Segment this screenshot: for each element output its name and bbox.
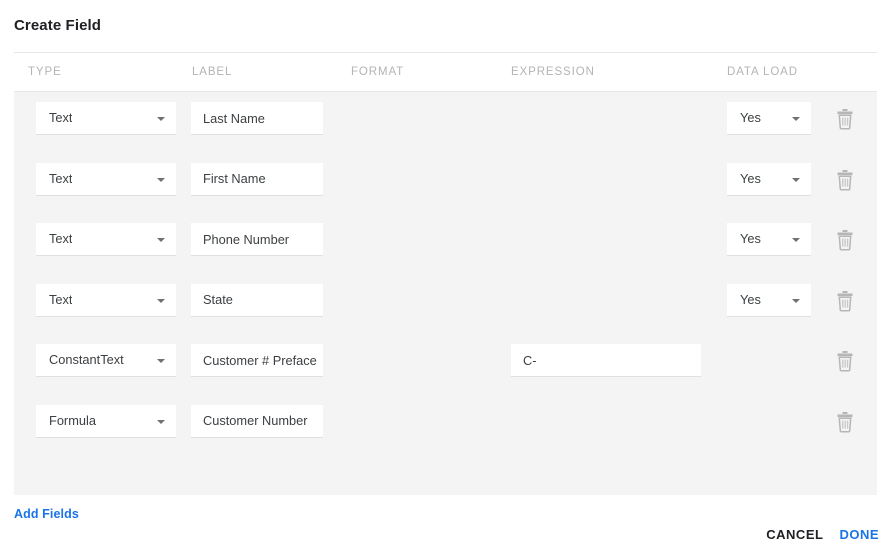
trash-icon [835, 229, 855, 251]
column-header-label: LABEL [192, 66, 233, 78]
column-header-type: TYPE [28, 66, 62, 78]
table-row: ConstantText [14, 344, 877, 404]
trash-icon [835, 411, 855, 433]
table-row: Text Yes [14, 223, 877, 283]
cell-expression [511, 344, 701, 377]
table-row: Formula [14, 404, 877, 465]
data-load-select-value: Yes [740, 231, 761, 246]
chevron-down-icon [792, 298, 800, 303]
table-row: Text Yes [14, 283, 877, 344]
cell-data-load: Yes [727, 102, 811, 135]
cell-type: Formula [36, 404, 176, 438]
table-column-headers: TYPE LABEL FORMAT EXPRESSION DATA LOAD [0, 53, 891, 92]
cell-label [191, 102, 323, 135]
chevron-down-icon [792, 177, 800, 182]
footer-actions: CANCEL DONE [766, 527, 879, 542]
type-select-value: Text [49, 110, 73, 125]
cell-label [191, 404, 323, 438]
chevron-down-icon [792, 238, 800, 242]
type-select[interactable]: Text [36, 223, 176, 256]
data-load-select-value: Yes [740, 170, 761, 186]
label-input[interactable] [191, 102, 323, 135]
add-fields-link[interactable]: Add Fields [14, 507, 79, 521]
trash-icon [835, 169, 855, 191]
type-select[interactable]: Formula [36, 404, 176, 438]
page-title: Create Field [14, 17, 102, 34]
cell-label [191, 223, 323, 256]
cell-label [191, 162, 323, 196]
data-load-select-value: Yes [740, 110, 761, 125]
column-header-format: FORMAT [351, 66, 405, 78]
data-load-select[interactable]: Yes [727, 283, 811, 317]
delete-row-button[interactable] [828, 405, 862, 439]
type-select[interactable]: Text [36, 162, 176, 196]
cell-delete [828, 163, 868, 197]
cancel-button[interactable]: CANCEL [766, 527, 823, 542]
data-load-select-value: Yes [740, 291, 761, 307]
column-header-expression: EXPRESSION [511, 66, 595, 78]
delete-row-button[interactable] [828, 102, 862, 136]
table-row: Text Yes [14, 102, 877, 162]
delete-row-button[interactable] [828, 344, 862, 378]
delete-row-button[interactable] [828, 163, 862, 197]
delete-row-button[interactable] [828, 284, 862, 318]
label-input[interactable] [191, 283, 323, 317]
trash-icon [835, 350, 855, 372]
cell-type: Text [36, 223, 176, 256]
type-select-value: Text [49, 231, 73, 246]
data-load-select[interactable]: Yes [727, 162, 811, 196]
cell-label [191, 283, 323, 317]
cell-data-load: Yes [727, 283, 811, 317]
table-row: Text Yes [14, 162, 877, 223]
cell-type: Text [36, 162, 176, 196]
chevron-down-icon [157, 419, 165, 424]
cell-label [191, 344, 323, 377]
cell-type: ConstantText [36, 344, 176, 377]
cell-delete [828, 223, 868, 257]
column-header-data-load: DATA LOAD [727, 66, 798, 78]
chevron-down-icon [157, 359, 165, 363]
type-select-value: Text [49, 291, 73, 307]
data-load-select[interactable]: Yes [727, 102, 811, 135]
expression-input[interactable] [511, 344, 701, 377]
chevron-down-icon [157, 238, 165, 242]
label-input[interactable] [191, 344, 323, 377]
cell-delete [828, 284, 868, 318]
type-select[interactable]: ConstantText [36, 344, 176, 377]
cell-delete [828, 405, 868, 439]
cell-data-load: Yes [727, 223, 811, 256]
label-input[interactable] [191, 162, 323, 196]
trash-icon [835, 108, 855, 130]
type-select[interactable]: Text [36, 102, 176, 135]
field-rows-panel: Text Yes Text Yes Text Yes Text Yes ConstantText… [14, 92, 877, 495]
cell-type: Text [36, 102, 176, 135]
type-select-value: ConstantText [49, 352, 124, 367]
label-input[interactable] [191, 223, 323, 256]
cell-delete [828, 102, 868, 136]
chevron-down-icon [157, 298, 165, 303]
data-load-select[interactable]: Yes [727, 223, 811, 256]
type-select[interactable]: Text [36, 283, 176, 317]
delete-row-button[interactable] [828, 223, 862, 257]
type-select-value: Formula [49, 412, 96, 428]
cell-delete [828, 344, 868, 378]
trash-icon [835, 290, 855, 312]
label-input[interactable] [191, 404, 323, 438]
cell-type: Text [36, 283, 176, 317]
chevron-down-icon [157, 117, 165, 121]
cell-data-load: Yes [727, 162, 811, 196]
done-button[interactable]: DONE [839, 527, 879, 542]
type-select-value: Text [49, 170, 73, 186]
chevron-down-icon [157, 177, 165, 182]
chevron-down-icon [792, 117, 800, 121]
